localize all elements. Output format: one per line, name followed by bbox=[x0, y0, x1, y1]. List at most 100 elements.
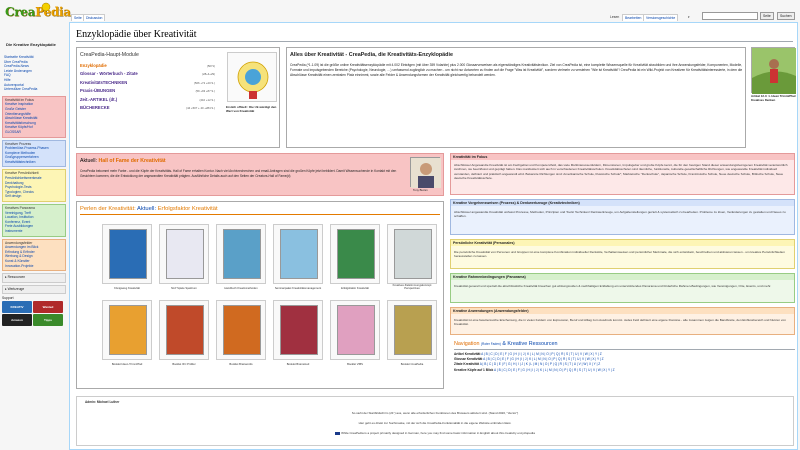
navigation-index: Artikel Kreativität A | B | C | D | E | … bbox=[454, 352, 795, 373]
section-applications: Kreative Anwendungen (Anwendungsfelder) … bbox=[450, 307, 795, 335]
module-item[interactable]: Praxis-ÜBUNGEN (59 +93 +87 S.) bbox=[80, 87, 215, 95]
go-button[interactable]: Seite bbox=[760, 12, 774, 20]
footer-box: Admin: Michael Luther So sieht der Start… bbox=[76, 396, 794, 446]
search-input[interactable] bbox=[702, 12, 758, 20]
booklet-cover[interactable]: Booklet Ideen-TrimmPfad bbox=[102, 300, 152, 366]
module-item[interactable]: Enzyklopädie (5071) bbox=[80, 62, 215, 70]
sidebar-resources[interactable]: ▸ Ressourcen bbox=[2, 273, 66, 283]
hof-portrait[interactable] bbox=[410, 157, 441, 188]
booklet-cover[interactable]: Booklet IFC Profiler bbox=[159, 300, 209, 366]
person-portrait-icon bbox=[411, 158, 441, 188]
article-image-caption: Artikel 12.4: 1. ldeen Trimm/Pfad Kreati… bbox=[751, 94, 796, 102]
module-item[interactable]: KreativitätsTECHNIKEN (506 +72 +20 S.) bbox=[80, 79, 215, 87]
search-button[interactable]: Suchen bbox=[777, 12, 795, 20]
section-title[interactable]: Kreative Anwendungen (Anwendungsfelder) bbox=[451, 308, 794, 314]
section-title[interactable]: Kreative Rahmenbedingungen (Panorama) bbox=[451, 274, 794, 280]
logo-wordmark: CreaPedia bbox=[5, 5, 71, 19]
sidebar-applications: Anwendungsfelder Anwendungen im Blick Er… bbox=[2, 238, 66, 272]
sidebar-tools[interactable]: ▸ Werkzeuge bbox=[2, 284, 66, 295]
section-process: Kreative Vorgehensweisen (Prozess) & Den… bbox=[450, 199, 795, 235]
tools-toggle[interactable]: Werkzeuge bbox=[8, 287, 25, 291]
about-title: Alles über Kreativität - CreaPedia, die … bbox=[290, 52, 453, 58]
module-item[interactable]: BÜCHERECKE (44 +507 + 40 +284 S.) bbox=[80, 104, 215, 112]
sidebar: Startseite Kreativität Über CreaPedia Cr… bbox=[2, 54, 66, 327]
resources-toggle[interactable]: Ressourcen bbox=[8, 275, 26, 279]
modules-image[interactable] bbox=[227, 52, 277, 102]
logo-tagline: Die Kreative Enzyklopädie bbox=[6, 42, 56, 47]
sidebar-link[interactable]: Kreativitätstechniken bbox=[5, 160, 63, 165]
book-cover[interactable]: Seminarpaket Kreativitätsmanagement bbox=[273, 224, 323, 290]
creapedia-logo[interactable]: CreaPedia Die Kreative Enzyklopädie bbox=[3, 2, 71, 48]
title-divider bbox=[76, 41, 793, 42]
sidebar-link[interactable]: Instrumente bbox=[5, 229, 63, 234]
support-badge[interactable]: KREATIV bbox=[2, 301, 32, 314]
book-cover[interactable]: NLP Spiele Spektrum bbox=[159, 224, 209, 290]
sidebar-link[interactable]: Unterstütze CreaPedia bbox=[4, 87, 64, 92]
hof-portrait-caption: Tony Buzan bbox=[413, 188, 428, 192]
tab-read[interactable]: Lesen bbox=[608, 14, 621, 20]
support-badge[interactable]: Wanted bbox=[33, 301, 63, 314]
sidebar-persons: Kreative Persönlichkeit Persönlichkeitsm… bbox=[2, 169, 66, 203]
section-title[interactable]: Kreative Vorgehensweisen (Prozess) & Den… bbox=[451, 200, 794, 206]
footer-line-2: Hier geht es direkt zur Suchmaske, mit d… bbox=[358, 421, 512, 425]
section-title[interactable]: Kreativität im Fokus bbox=[451, 154, 794, 160]
tab-history[interactable]: Versionsgeschichte bbox=[643, 14, 679, 21]
pearls-heading: Perlen der Kreativität: Aktuell: Erfolgs… bbox=[80, 206, 218, 212]
section-text: Kreativität ist eine facettenreiche Ersc… bbox=[454, 318, 786, 327]
book-cover[interactable]: Königsweg Kreativität bbox=[102, 224, 152, 290]
footer-line-1: So sieht der Startbildschirm (21") aus, … bbox=[351, 411, 519, 415]
module-item[interactable]: Glossar - Wörterbuch - Zitate (28+4+29) bbox=[80, 70, 215, 78]
footer-admin[interactable]: Admin: Michael Luther bbox=[85, 400, 119, 404]
hof-text: CreaPedia bekommt mehr Farbe - und die K… bbox=[80, 169, 397, 178]
footer-line-3: While CreaPedia is a project primarily d… bbox=[77, 431, 793, 435]
hiking-photo-icon bbox=[752, 48, 796, 94]
book-cover[interactable]: Erfolgsfaktor Kreativität bbox=[330, 224, 380, 290]
booklet-cover[interactable]: Booklet Brainwords bbox=[216, 300, 266, 366]
about-box: Alles über Kreativität - CreaPedia, die … bbox=[286, 47, 746, 148]
support-label: Support bbox=[2, 296, 14, 301]
booklet-cover[interactable]: Booklet CreaPedia bbox=[387, 300, 437, 366]
sidebar-link[interactable]: Innovation-Projekte bbox=[5, 264, 63, 269]
tab-discussion[interactable]: Diskussion bbox=[83, 14, 106, 21]
sidebar-process: Kreativer Prozess Problemlöse-Prozess-Ph… bbox=[2, 139, 66, 168]
support-badge[interactable]: Amazon bbox=[2, 314, 32, 327]
hall-of-fame-box: Aktuell: Hall of Fame der Kreativität Cr… bbox=[76, 153, 444, 196]
index-row: Kreative Köpfe auf 1 Blick A | B | C | D… bbox=[454, 367, 615, 372]
section-text: Abschlüsse/ Angewandte Kreativität ist a… bbox=[454, 163, 788, 181]
section-focus: Kreativität im Fokus Abschlüsse/ Angewan… bbox=[450, 153, 795, 195]
uk-flag-icon bbox=[335, 431, 341, 435]
section-text: Kreativität generell und speziell die ab… bbox=[454, 284, 772, 288]
book-cover[interactable]: Handbuch Kreativmethoden bbox=[216, 224, 266, 290]
page-title: Enzyklopädie über Kreativität bbox=[76, 29, 197, 40]
support-badge[interactable]: Tipps bbox=[33, 314, 63, 327]
page-tabs: Seite Diskussion Lesen Bearbeiten Versio… bbox=[70, 14, 800, 21]
section-personal: Persönliche Kreativität (Personales) Die… bbox=[450, 239, 795, 269]
booklet-cover[interactable]: Booklet VIBS bbox=[330, 300, 380, 366]
sidebar-link[interactable]: Self design bbox=[5, 194, 63, 199]
sidebar-support: Support KREATIV Wanted Amazon Tipps bbox=[2, 296, 66, 327]
main-content: Enzyklopädie über Kreativität CreaPedia-… bbox=[69, 22, 798, 450]
section-panorama: Kreative Rahmenbedingungen (Panorama) Kr… bbox=[450, 273, 795, 303]
pearls-box: Perlen der Kreativität: Aktuell: Erfolgs… bbox=[76, 201, 444, 389]
modules-box: CreaPedia-Haupt-Module Enzyklopädie (5071… bbox=[76, 47, 280, 148]
module-item[interactable]: Zeit.-ARTIKEL (dt.) (210 +12 S.) bbox=[80, 96, 215, 104]
navigation-heading: Navigation (Roter Faden) & Kreative Ress… bbox=[454, 341, 558, 347]
sidebar-panorama: Kreatives Panorama Vereinigung, Treff Lo… bbox=[2, 204, 66, 237]
sidebar-nav: Startseite Kreativität Über CreaPedia Cr… bbox=[2, 54, 66, 94]
tab-edit[interactable]: Bearbeiten bbox=[622, 14, 645, 21]
section-title[interactable]: Persönliche Kreativität (Personales) bbox=[451, 240, 794, 246]
section-text: Abschlüsse/ angewandte Kreativität umfas… bbox=[454, 210, 786, 219]
booklet-cover[interactable]: Booklet Brainstoud bbox=[273, 300, 323, 366]
hof-prefix: Aktuell: bbox=[80, 158, 98, 164]
article-image[interactable] bbox=[751, 47, 796, 94]
tab-more-icon[interactable]: ▾ bbox=[688, 15, 690, 19]
sidebar-focus: Kreativität im Fokus Kreative Inspiratio… bbox=[2, 95, 66, 138]
book-cover[interactable]: Kreatives Zielstimmungskonzept Perspecti… bbox=[387, 224, 437, 290]
sidebar-link[interactable]: GLOSSAR bbox=[5, 130, 63, 135]
section-text: Die persönliche Kreativität von Personen… bbox=[454, 250, 785, 259]
modules-title: CreaPedia-Haupt-Module bbox=[80, 52, 139, 58]
award-image-icon bbox=[237, 61, 269, 99]
modules-image-caption: Erstich offizell : Die Uk würdigt den We… bbox=[226, 105, 277, 113]
hof-title[interactable]: Hall of Fame der Kreativität bbox=[98, 158, 165, 164]
bulb-icon bbox=[41, 2, 51, 12]
